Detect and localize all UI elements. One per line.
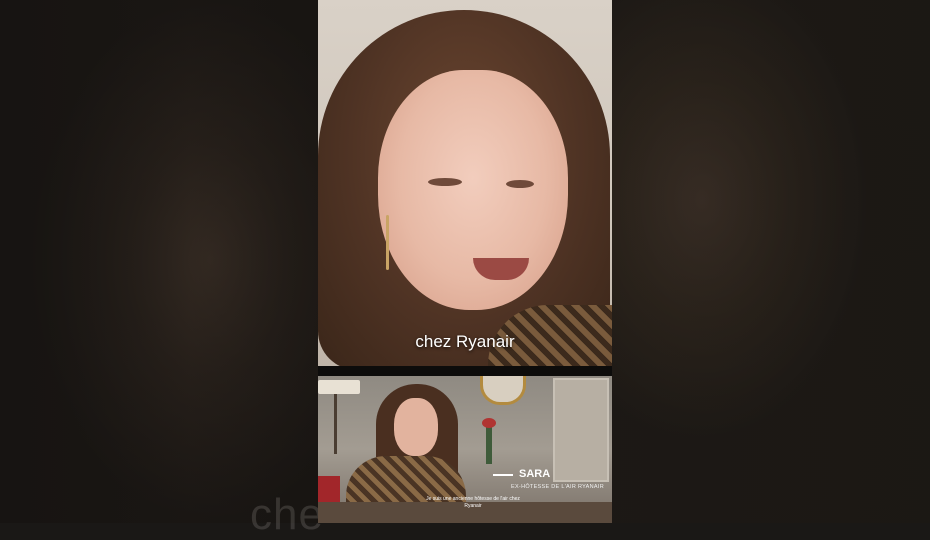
face-shape bbox=[378, 70, 568, 310]
video-caption: chez Ryanair bbox=[415, 332, 515, 351]
lower-third-name: SARA bbox=[519, 468, 551, 480]
vase-flower bbox=[482, 418, 496, 464]
frame-divider bbox=[318, 366, 612, 376]
blurred-backdrop-left bbox=[0, 0, 318, 523]
lamp-shade bbox=[318, 380, 360, 394]
lower-third-role: EX-HÔTESSE DE L'AIR RYANAIR bbox=[511, 484, 604, 490]
right-eye bbox=[506, 180, 534, 188]
subject-face bbox=[394, 398, 438, 456]
wall-mirror bbox=[480, 376, 526, 405]
video-frame-wide-shot: SARA EX-HÔTESSE DE L'AIR RYANAIR Je suis… bbox=[318, 376, 612, 523]
blurred-backdrop-right bbox=[612, 0, 930, 523]
inset-subtitle: Je suis une ancienne hôtesse de l'air ch… bbox=[426, 496, 520, 509]
left-eye bbox=[428, 178, 462, 186]
video-player[interactable]: chez Ryanair SARA EX-HÔTESSE DE L'AIR RY… bbox=[318, 0, 612, 523]
lower-third-line bbox=[493, 474, 513, 476]
video-frame-closeup: chez Ryanair bbox=[318, 0, 612, 366]
lamp-pole bbox=[334, 394, 337, 454]
blurred-caption-echo: che bbox=[250, 490, 324, 539]
wall-panel bbox=[553, 378, 609, 482]
earring bbox=[386, 215, 389, 270]
